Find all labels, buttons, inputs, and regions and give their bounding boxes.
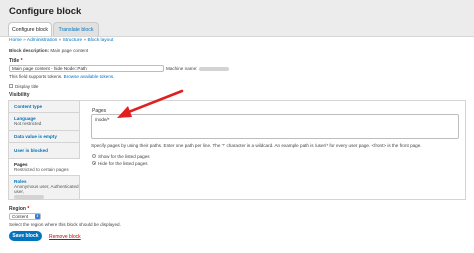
region-help: Select the region where this block shoul… [9, 222, 121, 227]
save-block-button[interactable]: Save block [9, 231, 42, 241]
required-mark: * [27, 206, 30, 212]
region-select[interactable]: Content ⇕ [9, 213, 41, 220]
region-label: Region * [9, 206, 29, 212]
region-select-value: Content [12, 214, 29, 219]
annotation-arrow-icon [117, 89, 184, 118]
chevron-down-icon: ⇕ [35, 214, 40, 219]
region-label-text: Region [9, 206, 26, 212]
remove-block-link[interactable]: Remove block [49, 234, 81, 240]
